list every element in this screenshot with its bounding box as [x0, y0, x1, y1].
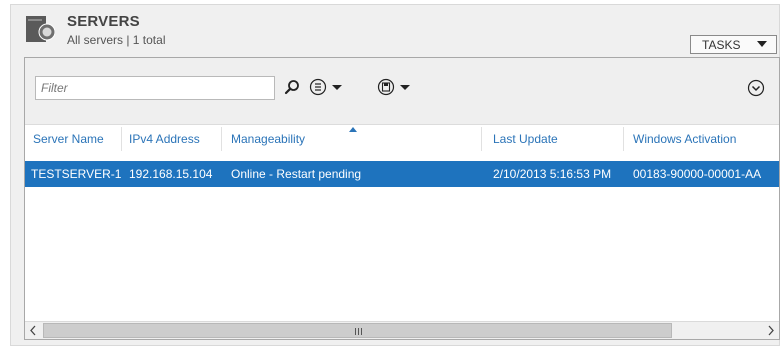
horizontal-scrollbar[interactable]	[25, 321, 779, 339]
column-divider	[121, 127, 122, 151]
tasks-label: TASKS	[702, 37, 741, 52]
save-query-icon[interactable]	[377, 78, 417, 96]
cell-ipv4-address: 192.168.15.104	[129, 167, 213, 181]
column-header-manageability[interactable]: Manageability	[231, 132, 305, 146]
filter-input[interactable]: Filter	[35, 76, 275, 100]
table-row[interactable]: TESTSERVER-1 192.168.15.104 Online - Res…	[25, 161, 779, 187]
view-options-icon[interactable]	[309, 78, 349, 96]
column-header-windows-activation[interactable]: Windows Activation	[633, 132, 736, 146]
column-header-ipv4-address[interactable]: IPv4 Address	[129, 132, 200, 146]
scrollbar-thumb[interactable]	[43, 323, 672, 338]
cell-last-update: 2/10/2013 5:16:53 PM	[493, 167, 612, 181]
search-icon[interactable]	[284, 79, 300, 95]
page-title: SERVERS	[67, 13, 140, 30]
expand-icon[interactable]	[747, 79, 765, 97]
grip-icon	[355, 328, 362, 335]
chevron-down-icon	[757, 41, 767, 47]
column-divider	[221, 127, 222, 151]
column-header-server-name[interactable]: Server Name	[33, 132, 104, 146]
server-icon	[26, 16, 55, 42]
tasks-dropdown-button[interactable]: TASKS	[690, 35, 777, 54]
column-divider	[481, 127, 482, 151]
column-header-row: Server Name IPv4 Address Manageability L…	[25, 125, 779, 153]
server-count-subtitle: All servers | 1 total	[67, 33, 166, 47]
column-divider	[623, 127, 624, 151]
column-header-last-update[interactable]: Last Update	[493, 132, 558, 146]
scroll-left-icon[interactable]	[25, 322, 42, 339]
cell-windows-activation: 00183-90000-00001-AA	[633, 167, 762, 181]
cell-server-name: TESTSERVER-1	[31, 167, 122, 181]
scroll-right-icon[interactable]	[762, 322, 779, 339]
grid-toolbar: Filter	[25, 58, 779, 125]
cell-manageability: Online - Restart pending	[231, 167, 362, 181]
servers-panel: SERVERS All servers | 1 total TASKS Filt…	[10, 4, 780, 346]
servers-grid: Filter Server Name IPv4 Address Manageab…	[24, 57, 780, 340]
